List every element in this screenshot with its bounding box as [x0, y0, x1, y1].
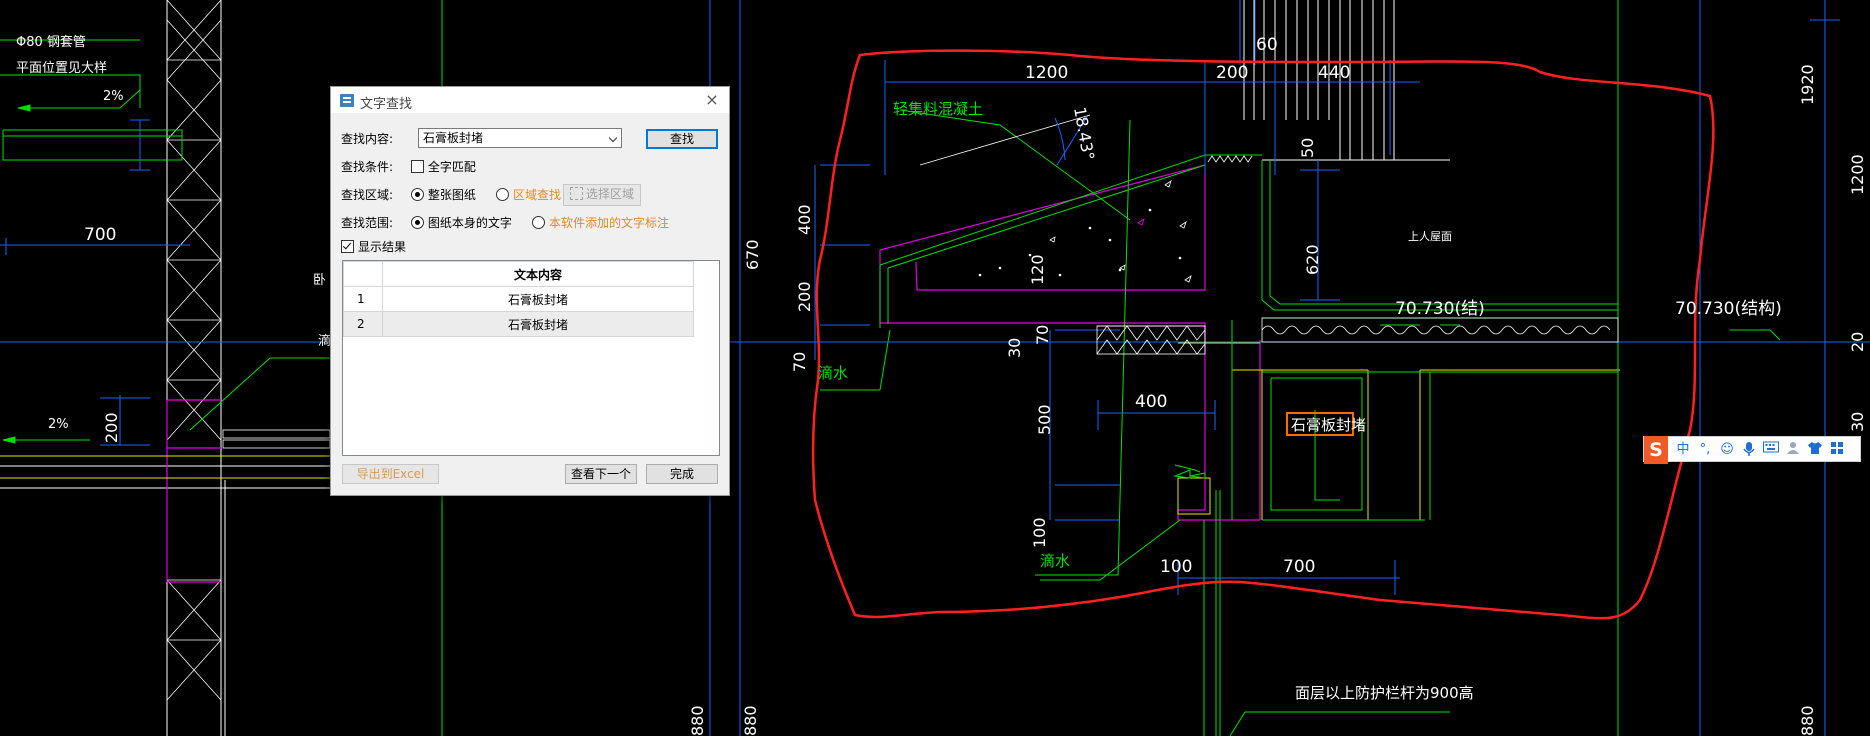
cad-dim-440: 440 [1318, 63, 1350, 83]
cad-dim-1920: 1920 [1798, 64, 1817, 105]
scope-own-radio[interactable] [410, 216, 424, 229]
cad-text-slope-top: 2% [103, 89, 124, 104]
area-region-label[interactable]: 区域查找 [513, 188, 561, 202]
cad-text-drip-2: 滴水 [1040, 552, 1070, 570]
cad-dim-100-v: 100 [1030, 517, 1049, 548]
cad-text-pipe-note-2: 平面位置见大样 [16, 61, 107, 76]
cad-dim-400-h: 400 [1135, 392, 1167, 412]
chevron-down-icon[interactable] [608, 133, 618, 143]
cad-dim-30-right: 30 [1848, 412, 1867, 432]
area-whole-radio[interactable] [410, 188, 424, 201]
close-icon[interactable]: × [701, 89, 723, 111]
ime-emoji-icon[interactable]: ☺ [1718, 441, 1736, 459]
text-find-dialog: 文字查找 × 查找内容: 石膏板封堵 查找 查找条件: 全字匹配 查找区域: 整… [330, 86, 730, 496]
results-text-header[interactable]: 文本内容 [382, 261, 694, 287]
results-table: 文本内容 1 石膏板封堵 2 石膏板封堵 [343, 261, 694, 337]
keyboard-icon[interactable] [1762, 441, 1780, 459]
area-row: 查找区域: 整张图纸 区域查找 [341, 185, 721, 205]
export-excel-button[interactable]: 导出到Excel [342, 464, 439, 484]
scope-added-radio[interactable] [532, 216, 545, 229]
scope-row: 查找范围: 图纸本身的文字 本软件添加的文字标注 [341, 213, 721, 233]
scope-own-label[interactable]: 图纸本身的文字 [428, 216, 512, 230]
cad-dim-700: 700 [1283, 557, 1315, 577]
cad-text-lightweight-concrete: 轻集料混凝土 [893, 100, 983, 118]
cad-dim-60: 60 [1256, 35, 1278, 55]
result-text[interactable]: 石膏板封堵 [382, 311, 694, 337]
cad-dim-880-a: 880 [688, 705, 707, 736]
full-match-label[interactable]: 全字匹配 [428, 160, 476, 174]
area-region-radio[interactable] [496, 188, 509, 201]
cad-dim-880-b: 880 [741, 705, 760, 736]
select-area-button[interactable]: 选择区域 [563, 184, 641, 206]
cad-text-left-cut-a: 卧 [313, 273, 326, 288]
ime-punctuation[interactable]: °, [1696, 441, 1714, 459]
cad-dim-100-h: 100 [1160, 557, 1192, 577]
area-whole-label[interactable]: 整张图纸 [428, 188, 476, 202]
user-icon[interactable] [1784, 441, 1802, 459]
cad-dim-120: 120 [1028, 254, 1047, 285]
cad-dim-700-left: 700 [84, 225, 116, 245]
dialog-title: 文字查找 [360, 97, 413, 112]
ime-chinese-mode[interactable]: 中 [1674, 441, 1692, 459]
cad-text-slope-left: 2% [48, 417, 69, 432]
cad-dim-20-right: 20 [1848, 332, 1867, 352]
results-index-header [343, 261, 383, 287]
cad-dim-1200: 1200 [1025, 63, 1068, 83]
search-content-label: 查找内容: [341, 132, 394, 146]
cad-text-gypsum-seal: 石膏板封堵 [1291, 416, 1366, 434]
result-text[interactable]: 石膏板封堵 [382, 286, 694, 312]
scope-label: 查找范围: [341, 216, 394, 230]
cad-dim-50: 50 [1298, 138, 1317, 158]
ime-logo[interactable]: S [1644, 436, 1668, 464]
condition-row: 查找条件: 全字匹配 [341, 157, 476, 177]
ime-toolbar[interactable]: S 中 °, ☺ [1643, 436, 1861, 464]
select-area-icon [569, 187, 583, 200]
scope-added-label[interactable]: 本软件添加的文字标注 [549, 216, 669, 230]
app-icon [340, 94, 354, 107]
cad-dim-1200-right: 1200 [1848, 154, 1867, 195]
cad-dim-400-v: 400 [795, 204, 814, 235]
cad-text-roof-label: 上人屋面 [1408, 230, 1452, 243]
next-button[interactable]: 查看下一个 [565, 464, 637, 484]
mic-icon[interactable] [1740, 441, 1758, 459]
result-index: 2 [343, 311, 383, 337]
show-results-checkbox[interactable] [341, 240, 354, 253]
cad-text-pipe-note: Φ80 钢套管 [16, 34, 86, 50]
area-label: 查找区域: [341, 188, 394, 202]
table-row[interactable]: 1 石膏板封堵 [343, 286, 694, 312]
cad-dim-200-v: 200 [795, 281, 814, 312]
result-index: 1 [343, 286, 383, 312]
cad-text-railing-note: 面层以上防护栏杆为900高 [1295, 684, 1474, 702]
cad-dim-70-a: 70 [790, 352, 809, 372]
done-button[interactable]: 完成 [646, 464, 718, 484]
cad-text-drip-1: 滴水 [818, 364, 848, 382]
cad-elev-1: 70.730(结) [1395, 299, 1485, 319]
cad-dim-500: 500 [1035, 404, 1054, 435]
dialog-titlebar[interactable]: 文字查找 × [331, 87, 729, 113]
show-results-row: 显示结果 [341, 237, 406, 257]
grid-icon[interactable] [1828, 441, 1846, 459]
condition-label: 查找条件: [341, 160, 394, 174]
full-match-checkbox[interactable] [410, 160, 424, 173]
find-button[interactable]: 查找 [646, 129, 718, 149]
table-row[interactable]: 2 石膏板封堵 [343, 311, 694, 337]
results-list[interactable]: 文本内容 1 石膏板封堵 2 石膏板封堵 [342, 260, 720, 456]
select-area-label: 选择区域 [585, 187, 634, 201]
cad-elev-2: 70.730(结构) [1675, 299, 1782, 319]
cad-dim-620: 620 [1303, 244, 1322, 275]
cad-dim-880-c: 880 [1798, 705, 1817, 736]
cad-dim-670: 670 [743, 239, 762, 270]
cad-dim-200-top: 200 [1216, 63, 1248, 83]
cad-dim-200-left: 200 [102, 412, 121, 443]
shirt-icon[interactable] [1806, 441, 1824, 459]
cad-angle: 18.43° [1070, 105, 1098, 161]
show-results-label[interactable]: 显示结果 [358, 240, 406, 254]
cad-dim-70-b: 70 [1033, 325, 1052, 345]
cad-dim-30: 30 [1005, 338, 1024, 358]
cad-drawing-canvas[interactable]: Φ80 钢套管 平面位置见大样 2% 2% 卧 滴 上人屋面 面层以上防护栏杆为… [0, 0, 1870, 736]
search-content-combo[interactable]: 石膏板封堵 [418, 128, 622, 148]
search-content-value: 石膏板封堵 [423, 131, 484, 145]
